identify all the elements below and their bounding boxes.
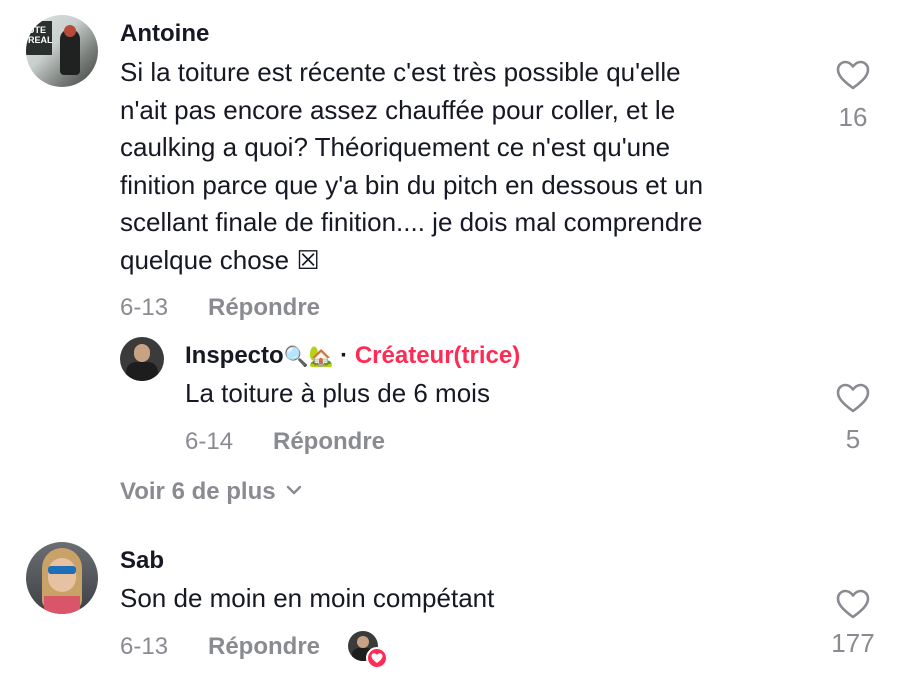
- reply-username[interactable]: Inspecto: [185, 342, 284, 369]
- username-emoji: 🔍🏡: [283, 346, 334, 368]
- comment-text-line: finition parce que y'a bin du pitch en d…: [120, 169, 704, 200]
- reply-button[interactable]: Répondre: [208, 294, 320, 322]
- heart-outline-icon[interactable]: [836, 60, 870, 90]
- comment-text-line: n'ait pas encore assez chauffée pour col…: [120, 94, 676, 125]
- separator: ·: [340, 342, 349, 369]
- reply-header: Inspecto🔍🏡 · Créateur(trice): [185, 342, 520, 370]
- comment-username[interactable]: Antoine: [120, 20, 209, 48]
- comment-text: Si la toiture est récente c'est très pos…: [120, 54, 820, 280]
- heart-outline-icon[interactable]: [836, 383, 870, 413]
- reply-date: 6-14: [185, 428, 234, 455]
- reply-button[interactable]: Répondre: [273, 428, 385, 456]
- view-more-label: Voir 6 de plus: [120, 478, 276, 505]
- reply-button[interactable]: Répondre: [208, 633, 320, 661]
- avatar-sab[interactable]: [26, 542, 98, 614]
- view-more-replies[interactable]: Voir 6 de plus: [120, 478, 302, 506]
- comment-username[interactable]: Sab: [120, 547, 164, 575]
- comment-date: 6-13: [120, 294, 169, 321]
- reply-text: La toiture à plus de 6 mois: [185, 378, 490, 408]
- like-count: 5: [845, 424, 861, 454]
- comment-text-line: caulking a quoi? Théoriquement ce n'est …: [120, 132, 671, 163]
- comment-text-line: Si la toiture est récente c'est très pos…: [120, 57, 681, 87]
- creator-badge: Créateur(trice): [354, 342, 521, 369]
- comment-text: Son de moin en moin compétant: [120, 583, 495, 613]
- avatar-inspecto[interactable]: [120, 337, 164, 381]
- like-count: 177: [831, 628, 875, 658]
- avatar-antoine[interactable]: UTE REAL: [26, 15, 98, 87]
- comment-text-line: quelque chose ☒: [120, 244, 320, 275]
- chevron-down-icon: [286, 483, 302, 501]
- avatar-text: UTE REAL: [28, 25, 53, 45]
- heart-badge-icon: [366, 647, 388, 669]
- comment-date: 6-13: [120, 633, 169, 660]
- heart-outline-icon[interactable]: [836, 589, 870, 619]
- comment-text-line: scellant finale de finition.... je dois …: [120, 207, 703, 238]
- like-count: 16: [838, 102, 868, 132]
